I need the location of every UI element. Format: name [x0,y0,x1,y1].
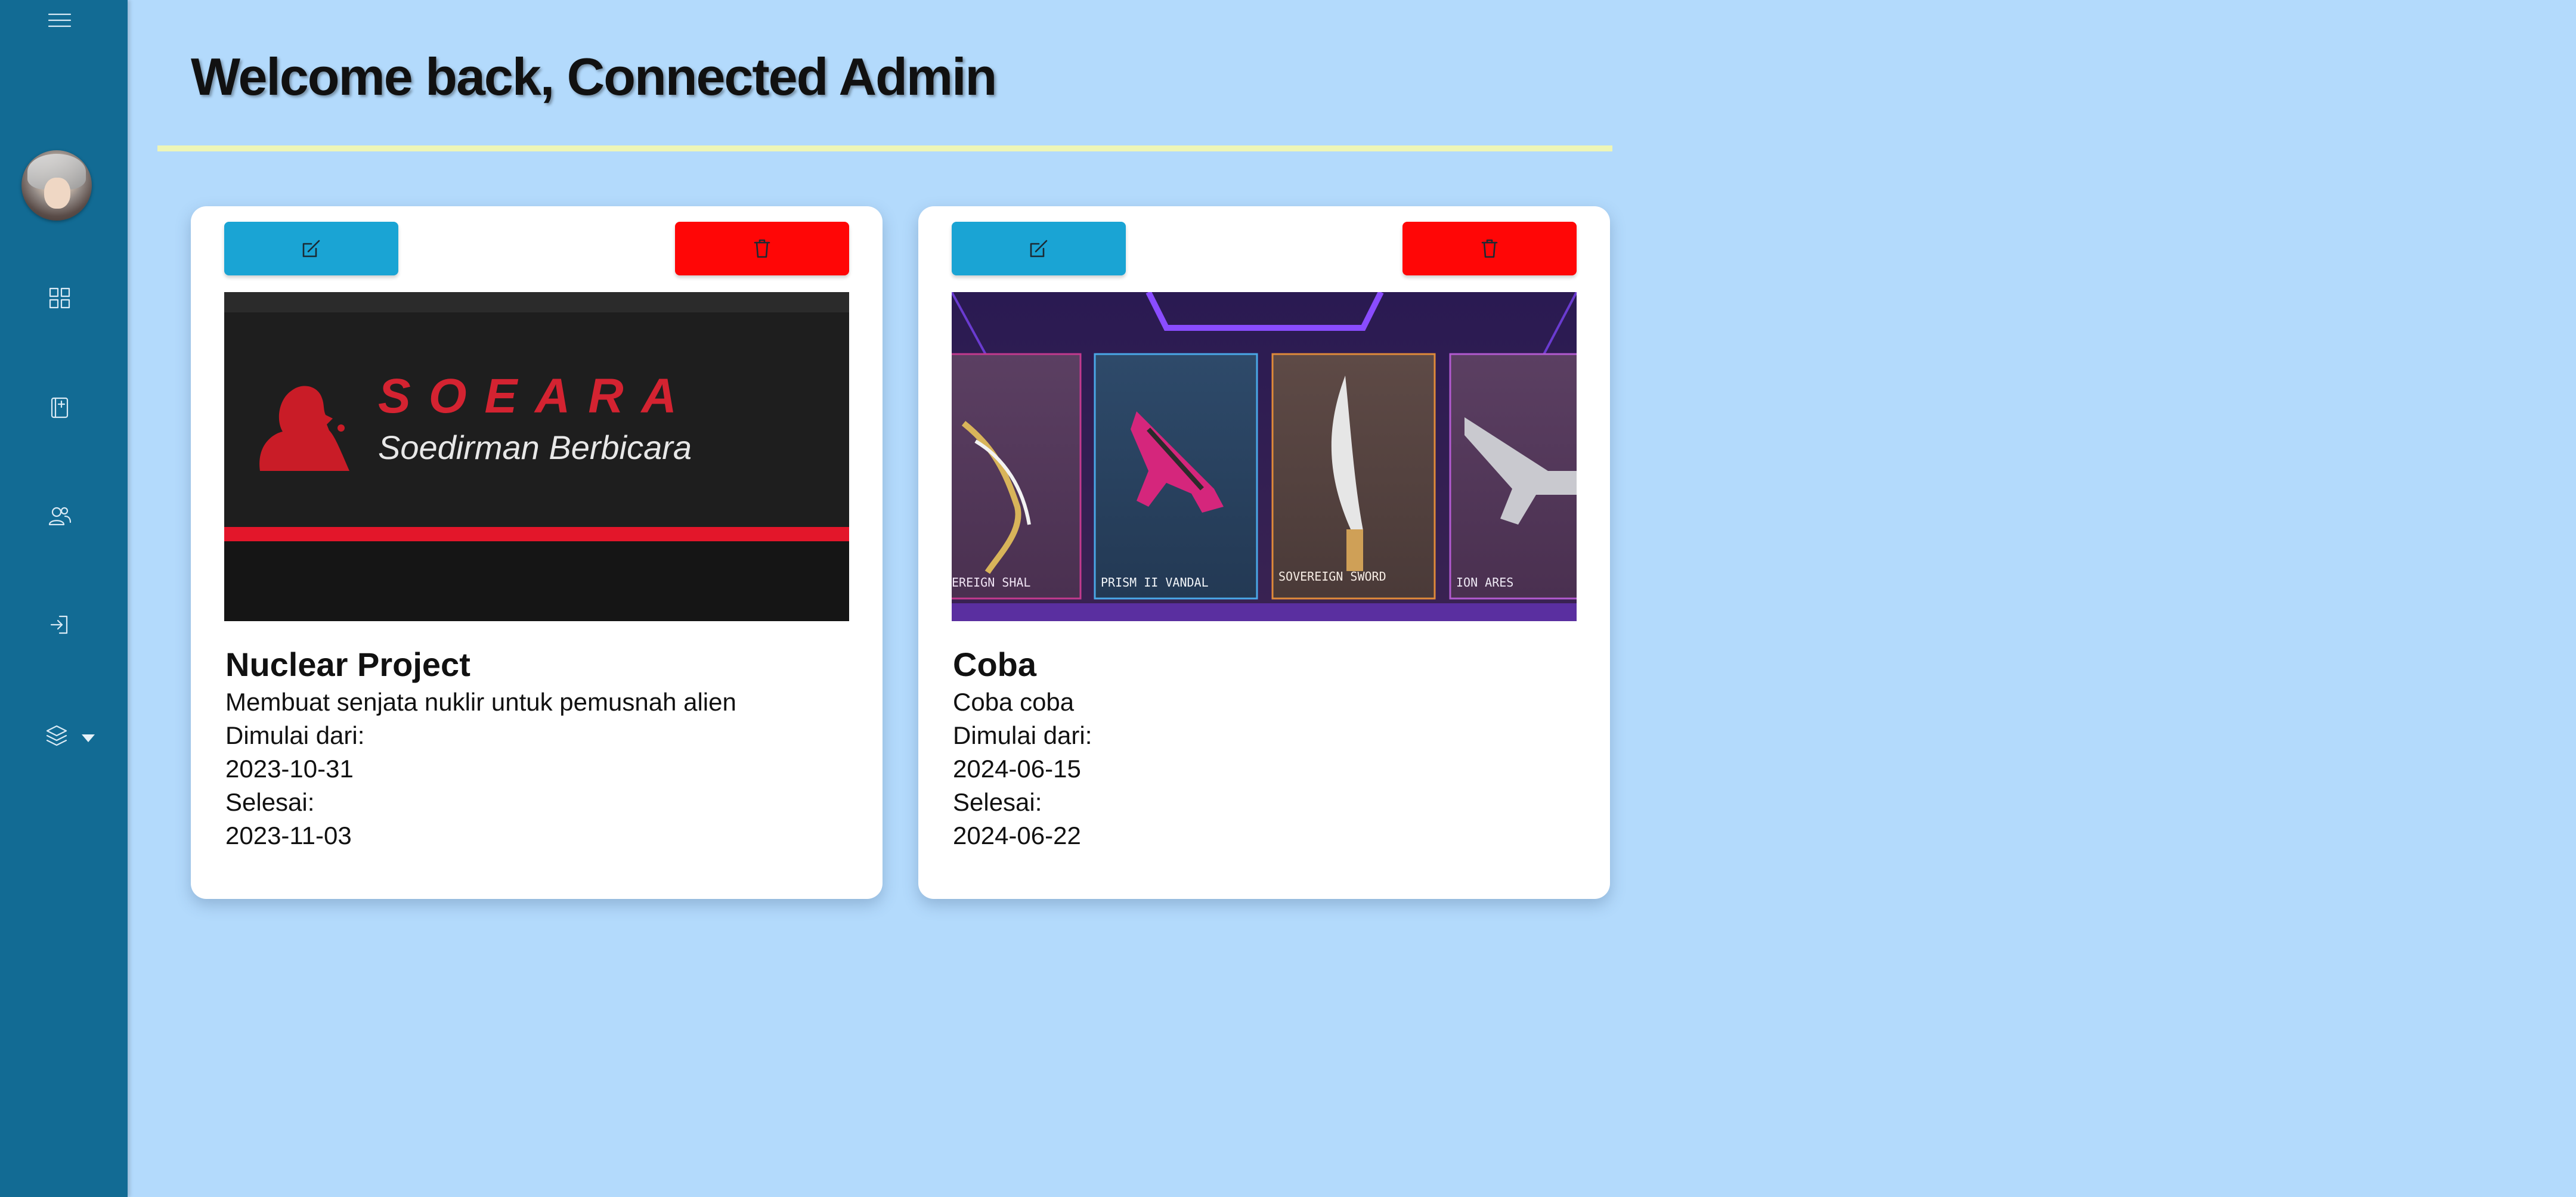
sidebar [0,0,128,1197]
end-date: 2024-06-22 [953,821,1081,849]
end-date: 2023-11-03 [225,821,352,849]
start-date: 2023-10-31 [225,755,354,783]
skin-label: SOVEREIGN SWORD [1278,569,1386,584]
login-icon [50,615,68,634]
project-title: Coba [953,646,1036,683]
edit-button[interactable] [952,222,1126,275]
project-thumbnail: SOEARA Soedirman Berbicara [224,292,849,621]
edit-button[interactable] [224,222,398,275]
project-thumbnail: EREIGN SHAL PRISM II VANDAL SOVEREIGN SW… [952,292,1577,621]
image-brand: SOEARA [378,369,695,423]
sidebar-item-users[interactable] [0,497,119,535]
sidebar-item-projects[interactable] [0,389,119,427]
projects-book-icon [51,397,69,418]
skin-label: EREIGN SHAL [952,575,1030,590]
layers-icon [46,725,67,746]
users-icon [48,507,72,526]
dashboard-grid-icon [49,287,70,309]
edit-icon [1030,240,1048,258]
skin-card: SOVEREIGN SWORD [1271,353,1436,600]
sidebar-item-login[interactable] [0,606,119,644]
project-description: Coba coba [953,688,1075,716]
end-label: Selesai: [225,788,315,816]
start-date: 2024-06-15 [953,755,1081,783]
page-title: Welcome back, Connected Admin [191,47,997,106]
trash-icon [1481,239,1498,258]
project-card: EREIGN SHAL PRISM II VANDAL SOVEREIGN SW… [918,206,1610,899]
skin-card: EREIGN SHAL [952,353,1082,600]
skin-label: ION ARES [1456,575,1513,590]
end-label: Selesai: [953,788,1042,816]
delete-button[interactable] [675,222,849,275]
project-card: SOEARA Soedirman Berbicara Nuclear Proje… [191,206,883,899]
project-title: Nuclear Project [225,646,470,683]
sidebar-item-dashboard[interactable] [0,279,119,317]
image-tagline: Soedirman Berbicara [378,429,692,466]
title-divider [157,145,1612,151]
menu-icon [48,13,72,27]
skin-card: PRISM II VANDAL [1094,353,1258,600]
skin-label: PRISM II VANDAL [1101,575,1209,590]
start-label: Dimulai dari: [225,721,365,749]
skin-card: ION ARES [1449,353,1577,600]
menu-toggle-button[interactable] [0,4,119,37]
edit-icon [302,240,320,258]
avatar[interactable] [21,150,92,221]
trash-icon [754,239,770,258]
delete-button[interactable] [1402,222,1577,275]
chevron-down-icon[interactable] [82,734,95,742]
project-description: Membuat senjata nuklir untuk pemusnah al… [225,688,736,716]
avatar-face [44,178,70,209]
start-label: Dimulai dari: [953,721,1092,749]
